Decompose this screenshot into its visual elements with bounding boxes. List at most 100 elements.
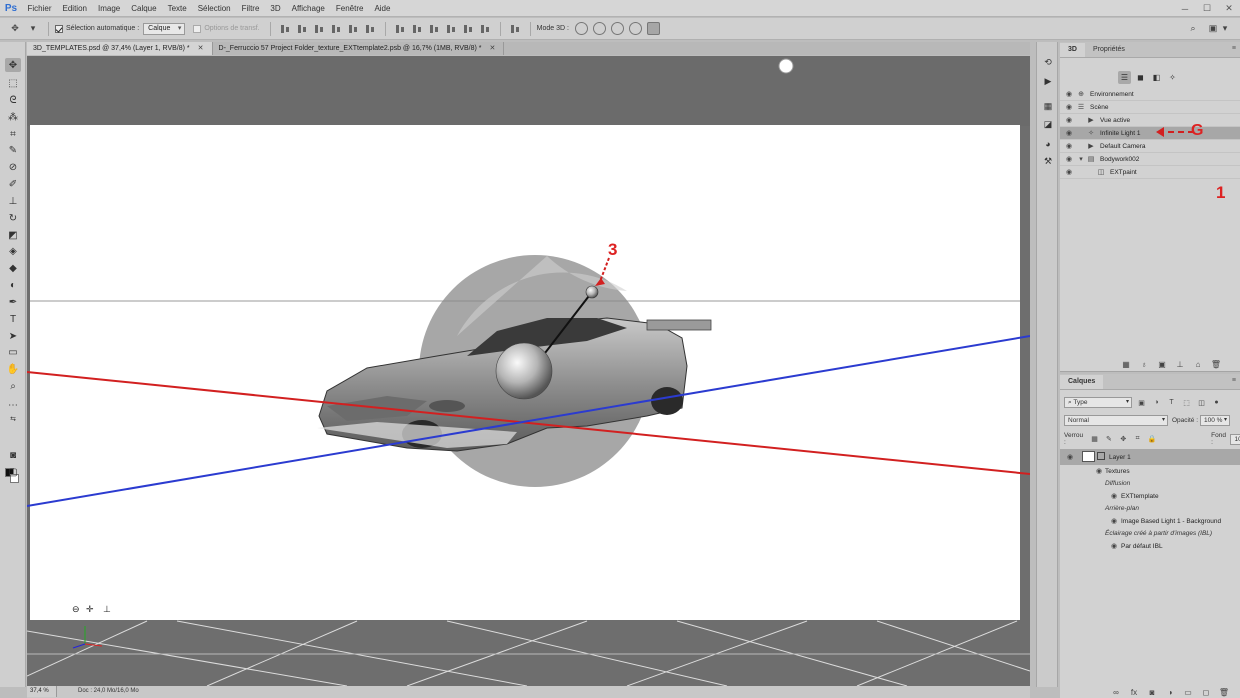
whole-scene-filter-icon[interactable]: ☰ (1118, 71, 1131, 84)
scene-row-extpaint[interactable]: ◉ ◫ EXTpaint (1060, 166, 1240, 179)
material-filter-icon[interactable]: ◧ (1150, 71, 1163, 84)
shape-filter-icon[interactable]: ⬚ (1181, 397, 1192, 408)
eye-icon[interactable]: ◉ (1064, 129, 1074, 137)
scene-row-infinite-light-1[interactable]: ◉ ✧ Infinite Light 1 (1060, 127, 1240, 140)
align-left-icon[interactable] (330, 23, 342, 35)
type-tool-icon[interactable]: T (5, 312, 21, 326)
add-light-icon[interactable]: ♁ (1138, 358, 1150, 370)
panel-menu-icon[interactable]: ≡ (1232, 45, 1236, 52)
menu-fichier[interactable]: Fichier (22, 0, 57, 17)
slide-3d-icon[interactable] (629, 22, 643, 35)
menu-aide[interactable]: Aide (369, 0, 396, 17)
distribute-bottom-icon[interactable] (428, 23, 440, 35)
align-top-icon[interactable] (279, 23, 291, 35)
paint-bucket-tool-icon[interactable]: ◈ (5, 244, 21, 258)
dodge-tool-icon[interactable]: ◐ (5, 278, 21, 292)
eye-icon[interactable]: ◉ (1064, 90, 1074, 98)
transform-options-checkbox[interactable] (193, 24, 202, 33)
eye-icon[interactable]: ◉ (1109, 517, 1119, 525)
scene-row-scene[interactable]: ◉ ☰ Scène (1060, 101, 1240, 114)
scene-row-environnement[interactable]: ◉ ⊕ Environnement (1060, 88, 1240, 101)
distribute-hcenter-icon[interactable] (462, 23, 474, 35)
quick-mask-icon[interactable]: ◙ (5, 448, 21, 462)
tab-document-2[interactable]: D-_Ferruccio 57 Project Folder_texture_E… (213, 42, 505, 55)
new-object-icon[interactable]: ⌂ (1192, 358, 1204, 370)
swap-colors-icon[interactable]: ⇆ (5, 412, 21, 426)
eye-icon[interactable]: ◉ (1065, 453, 1075, 461)
more-tools-icon[interactable]: ⋯ (5, 398, 21, 412)
pixel-filter-icon[interactable]: ▣ (1136, 397, 1147, 408)
auto-select-checkbox[interactable] (55, 24, 63, 33)
close-icon[interactable]: ✕ (198, 42, 204, 55)
menu-texte[interactable]: Texte (162, 0, 192, 17)
distribute-top-icon[interactable] (394, 23, 406, 35)
distribute-right-icon[interactable] (479, 23, 491, 35)
marquee-tool-icon[interactable]: ⬚ (5, 76, 21, 90)
adjust-filter-icon[interactable]: ◑ (1151, 397, 1162, 408)
swatches-icon[interactable]: ▦ (1041, 100, 1055, 113)
hand-tool-icon[interactable]: ✋ (5, 362, 21, 376)
chevron-down-icon[interactable]: ▾ (1076, 155, 1086, 163)
layer-row-exttemplate[interactable]: ◉ EXTtemplate (1060, 490, 1240, 503)
zoom-level[interactable]: 37,4 % (27, 686, 57, 697)
tab-proprietes[interactable]: Propriétés (1085, 43, 1133, 57)
orbit-3d-icon[interactable] (575, 22, 589, 35)
align-vcenter-icon[interactable] (296, 23, 308, 35)
layer-row-layer-1[interactable]: ◉ Layer 1 (1060, 449, 1240, 465)
3d-viewport[interactable]: ⊖ ✛ ⊥ (27, 56, 1030, 686)
eyedropper-tool-icon[interactable]: ✎ (5, 143, 21, 157)
scene-row-bodywork002[interactable]: ◉ ▾ ▤ Bodywork002 (1060, 153, 1240, 166)
eye-icon[interactable]: ◉ (1109, 492, 1119, 500)
scale-3d-icon[interactable] (647, 22, 661, 35)
pan-3d-icon[interactable] (611, 22, 625, 35)
eye-icon[interactable]: ◉ (1109, 542, 1119, 550)
crop-tool-icon[interactable]: ⌗ (5, 127, 21, 141)
menu-fenetre[interactable]: Fenêtre (330, 0, 369, 17)
quick-select-tool-icon[interactable]: ⁂ (5, 110, 21, 124)
fill-input[interactable]: 100 % (1230, 433, 1240, 445)
menu-selection[interactable]: Sélection (192, 0, 236, 17)
document-canvas[interactable]: ⊖ ✛ ⊥ 3 (27, 56, 1030, 686)
auto-align-icon[interactable] (509, 23, 521, 35)
brush-tool-icon[interactable]: ✐ (5, 177, 21, 191)
fx-icon[interactable]: fx (1128, 686, 1140, 698)
scene-row-default-camera[interactable]: ◉ ▶ Default Camera (1060, 140, 1240, 153)
new-layer-icon[interactable]: ◻ (1200, 686, 1212, 698)
move-tool-preset-icon[interactable]: ✥ (8, 22, 22, 36)
move-tool-icon[interactable]: ✥ (5, 58, 21, 72)
distribute-left-icon[interactable] (445, 23, 457, 35)
zoom-tool-icon[interactable]: ⌕ (5, 379, 21, 393)
align-bottom-icon[interactable] (313, 23, 325, 35)
history-icon[interactable]: ⟲ (1041, 56, 1055, 69)
layer-row-ibl-background[interactable]: ◉ Image Based Light 1 - Background (1060, 515, 1240, 528)
lock-position-icon[interactable]: ✥ (1118, 434, 1128, 445)
align-right-icon[interactable] (364, 23, 376, 35)
close-icon[interactable]: ✕ (490, 42, 496, 55)
distribute-vcenter-icon[interactable] (411, 23, 423, 35)
trash-icon[interactable]: 🗑 (1210, 358, 1222, 370)
menu-edition[interactable]: Edition (57, 0, 92, 17)
ground-icon[interactable]: ⊥ (1174, 358, 1186, 370)
rectangle-tool-icon[interactable]: ▭ (5, 345, 21, 359)
align-hcenter-icon[interactable] (347, 23, 359, 35)
menu-affichage[interactable]: Affichage (286, 0, 330, 17)
eye-icon[interactable]: ◉ (1064, 103, 1074, 111)
eye-icon[interactable]: ◉ (1064, 142, 1074, 150)
play-icon[interactable]: ▶ (1041, 75, 1055, 88)
chevron-down-icon[interactable]: ▾ (1218, 22, 1232, 36)
screen-mode-icon[interactable]: ▢ (5, 465, 21, 479)
light-filter-icon[interactable]: ✧ (1166, 71, 1179, 84)
healing-brush-tool-icon[interactable]: ⊘ (5, 160, 21, 174)
adjustment-layer-icon[interactable]: ◑ (1164, 686, 1176, 698)
filter-toggle-icon[interactable]: ● (1211, 397, 1222, 408)
auto-select-dropdown[interactable]: Calque (143, 22, 186, 35)
eye-icon[interactable]: ◉ (1094, 467, 1104, 475)
lock-all-icon[interactable]: 🔒 (1147, 434, 1157, 445)
eye-icon[interactable]: ◉ (1064, 168, 1074, 176)
link-layers-icon[interactable]: ∞ (1110, 686, 1122, 698)
menu-image[interactable]: Image (92, 0, 125, 17)
trash-icon[interactable]: 🗑 (1218, 686, 1230, 698)
roll-3d-icon[interactable] (593, 22, 607, 35)
opacity-input[interactable]: 100 % (1200, 415, 1231, 426)
path-select-tool-icon[interactable]: ➤ (5, 329, 21, 343)
